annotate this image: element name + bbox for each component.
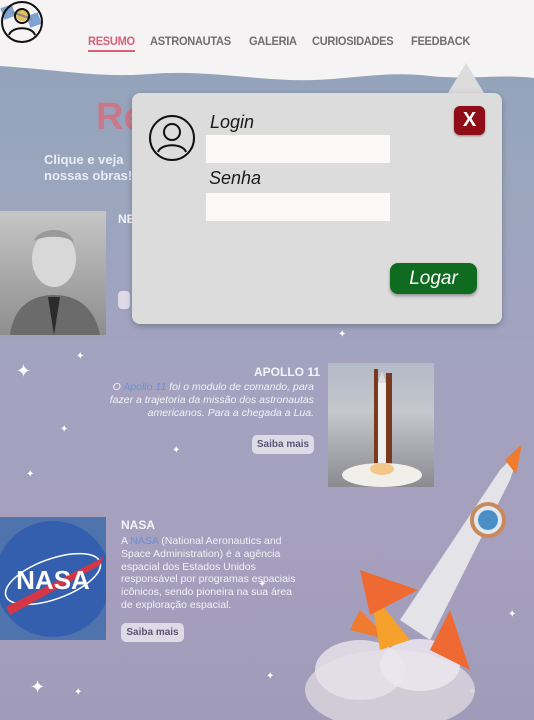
password-input[interactable] (206, 193, 390, 221)
hero-subtitle: Clique e veja nossas obras! (44, 152, 133, 183)
star-decoration: ✦ (338, 329, 347, 340)
star-decoration: ✦ (172, 445, 181, 456)
armstrong-photo (0, 211, 106, 335)
nav-feedback[interactable]: FEEDBACK (411, 34, 470, 52)
modal-pointer (448, 63, 484, 93)
user-avatar-icon (149, 115, 195, 161)
apollo-card-title: APOLLO 11 (254, 365, 321, 379)
user-account-icon[interactable] (0, 0, 44, 44)
nasa-logo-photo: NASA (0, 517, 106, 640)
apollo-link[interactable]: Apollo 11 (123, 381, 166, 393)
nasa-card-title: NASA (121, 518, 156, 532)
star-decoration: ✦ (16, 361, 32, 381)
nav-resumo[interactable]: RESUMO (88, 34, 135, 52)
close-button[interactable]: X (454, 106, 485, 135)
nasa-logo-text: NASA (16, 565, 90, 595)
nasa-link[interactable]: NASA (130, 535, 158, 547)
login-input[interactable] (206, 135, 390, 163)
login-submit-button[interactable]: Logar (390, 263, 477, 294)
login-label: Login (210, 112, 255, 132)
rocket-illustration (305, 444, 522, 720)
star-decoration: ✦ (76, 351, 85, 362)
star-decoration: ✦ (30, 677, 46, 697)
star-decoration: ✦ (74, 687, 83, 698)
star-decoration: ✦ (266, 671, 275, 682)
nasa-more-button[interactable]: Saiba mais (121, 623, 184, 642)
nav-galeria[interactable]: GALERIA (249, 34, 297, 52)
star-decoration: ✦ (60, 424, 69, 435)
apollo-card-text: O Apollo 11 foi o modulo de comando, par… (109, 381, 314, 419)
nasa-card-text: A NASA (National Aeronautics and Space A… (121, 535, 296, 611)
password-label: Senha (209, 168, 262, 188)
armstrong-more-button[interactable] (118, 291, 130, 309)
nav-astronautas[interactable]: ASTRONAUTAS (150, 34, 231, 52)
nav-curiosidades[interactable]: CURIOSIDADES (312, 34, 394, 52)
star-decoration: ✦ (26, 469, 35, 480)
main-nav: RESUMO ASTRONAUTAS GALERIA CURIOSIDADES … (88, 34, 475, 52)
